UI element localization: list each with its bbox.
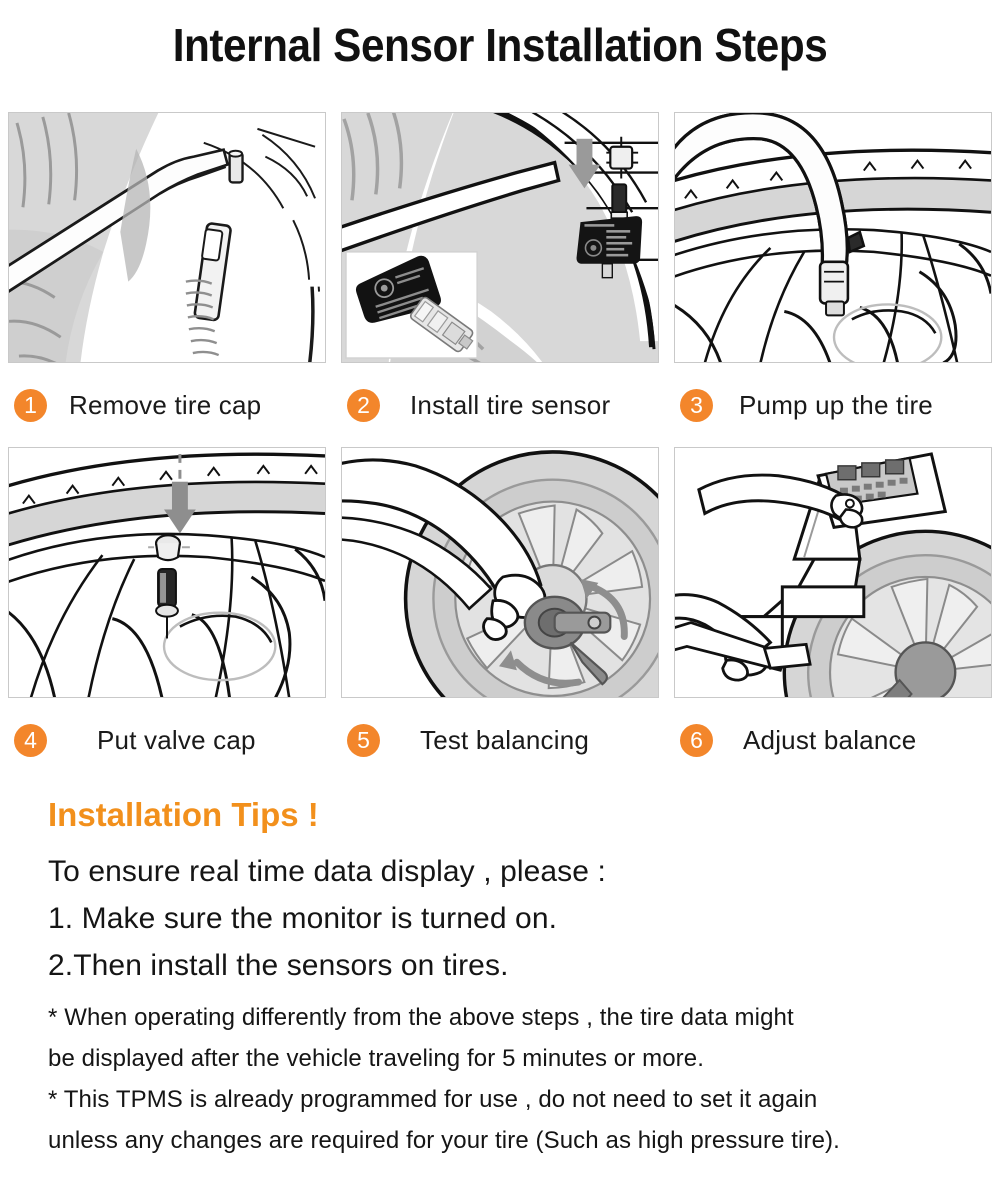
step-5-illustration-panel — [341, 447, 659, 698]
step-cell-2: 2 Install tire sensor — [341, 112, 659, 447]
step-6-caption: 6 Adjust balance — [674, 698, 992, 782]
installation-tips-section: Installation Tips ! To ensure real time … — [48, 796, 978, 1161]
steps-row-2: 4 Put valve cap 5 Test balancing 6 Adjus… — [8, 447, 992, 782]
step-6-illustration-panel — [674, 447, 992, 698]
step-4-badge: 4 — [14, 723, 47, 757]
step-2-caption: 2 Install tire sensor — [341, 363, 659, 447]
step-2-illustration-panel — [341, 112, 659, 363]
air-pump-hose-icon — [675, 113, 991, 362]
page-title: Internal Sensor Installation Steps — [172, 19, 828, 71]
step-5-badge: 5 — [347, 723, 380, 757]
tips-note-2-line-2: unless any changes are required for your… — [48, 1127, 840, 1154]
step-3-label: Pump up the tire — [739, 389, 933, 420]
tire-valve-cap-removal-icon — [9, 113, 325, 362]
step-4-caption: 4 Put valve cap — [8, 698, 326, 782]
step-6-label: Adjust balance — [743, 724, 917, 755]
tips-note-1-line-1: * When operating differently from the ab… — [48, 1004, 794, 1031]
step-cell-4: 4 Put valve cap — [8, 447, 326, 782]
tips-line-2: 2.Then install the sensors on tires. — [48, 949, 509, 982]
step-5-label: Test balancing — [420, 724, 590, 755]
step-4-illustration-panel — [8, 447, 326, 698]
tips-line-intro: To ensure real time data display , pleas… — [48, 855, 606, 888]
step-2-badge: 2 — [347, 388, 380, 422]
step-cell-5: 5 Test balancing — [341, 447, 659, 782]
wheel-balancing-test-icon — [342, 448, 658, 697]
step-2-label: Install tire sensor — [410, 389, 611, 420]
step-1-label: Remove tire cap — [69, 389, 262, 420]
installation-steps-grid: 1 Remove tire cap 2 Install tire sensor … — [8, 112, 992, 782]
tips-notes-block: * When operating differently from the ab… — [48, 997, 978, 1161]
balancer-control-panel-icon — [675, 448, 991, 697]
tips-note-2-line-1: * This TPMS is already programmed for us… — [48, 1086, 818, 1113]
step-1-illustration-panel — [8, 112, 326, 363]
tips-note-1-line-2: be displayed after the vehicle traveling… — [48, 1045, 704, 1072]
step-5-caption: 5 Test balancing — [341, 698, 659, 782]
tips-line-1: 1. Make sure the monitor is turned on. — [48, 902, 558, 935]
tire-sensor-install-icon — [342, 113, 658, 362]
step-1-badge: 1 — [14, 388, 47, 422]
installation-tips-heading: Installation Tips ! — [48, 796, 319, 833]
step-cell-6: 6 Adjust balance — [674, 447, 992, 782]
step-3-illustration-panel — [674, 112, 992, 363]
step-4-label: Put valve cap — [97, 724, 256, 755]
valve-cap-install-icon — [9, 448, 325, 697]
step-1-caption: 1 Remove tire cap — [8, 363, 326, 447]
step-3-badge: 3 — [680, 388, 713, 422]
step-6-badge: 6 — [680, 723, 713, 757]
step-cell-1: 1 Remove tire cap — [8, 112, 326, 447]
step-3-caption: 3 Pump up the tire — [674, 363, 992, 447]
step-cell-3: 3 Pump up the tire — [674, 112, 992, 447]
steps-row-1: 1 Remove tire cap 2 Install tire sensor … — [8, 112, 992, 447]
